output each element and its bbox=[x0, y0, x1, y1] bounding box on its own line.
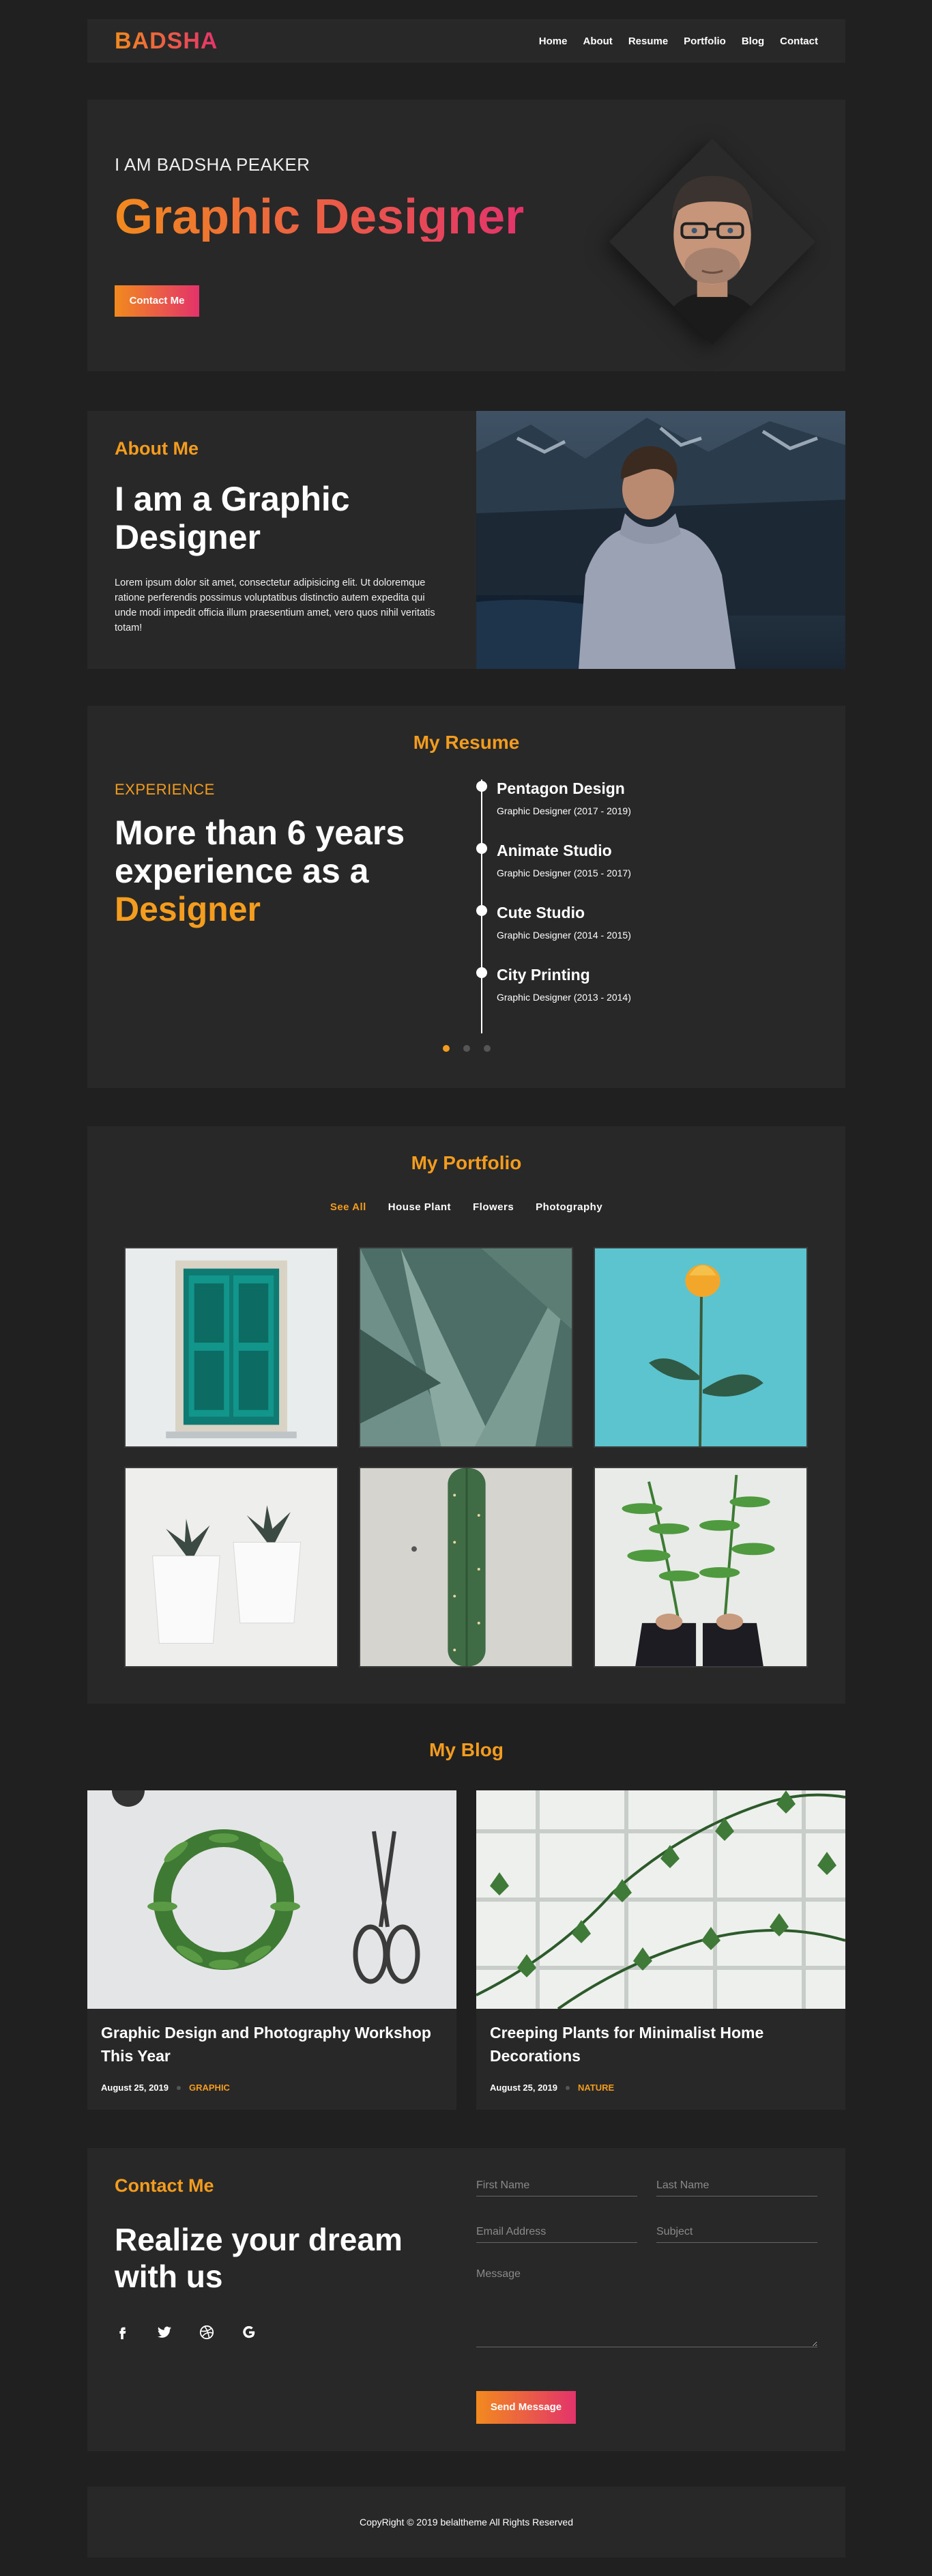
last-name-field[interactable] bbox=[656, 2175, 817, 2196]
timeline-dot bbox=[476, 967, 487, 978]
blog-card[interactable]: Graphic Design and Photography Workshop … bbox=[87, 1790, 456, 2110]
profile-photo bbox=[609, 138, 816, 345]
email-field[interactable] bbox=[476, 2222, 637, 2243]
message-field[interactable] bbox=[476, 2264, 817, 2347]
role-period: Graphic Designer (2014 - 2015) bbox=[497, 930, 631, 941]
nav-resume[interactable]: Resume bbox=[628, 35, 668, 47]
nav-home[interactable]: Home bbox=[539, 35, 568, 47]
facebook-icon[interactable] bbox=[115, 2325, 130, 2340]
portfolio-item-potted-succulents[interactable] bbox=[124, 1467, 338, 1668]
social-links bbox=[115, 2325, 456, 2340]
resume-title: My Resume bbox=[413, 732, 520, 753]
blog-image-ivy[interactable] bbox=[476, 1790, 845, 2009]
main-menu: Home About Resume Portfolio Blog Contact bbox=[523, 35, 818, 47]
company-name: City Printing bbox=[497, 966, 590, 984]
filter-house-plant[interactable]: House Plant bbox=[388, 1201, 451, 1213]
about-title: I am a Graphic Designer bbox=[115, 480, 350, 556]
blog-image-wreath[interactable] bbox=[87, 1790, 456, 2009]
experience-kicker: EXPERIENCE bbox=[115, 781, 215, 798]
company-name: Pentagon Design bbox=[497, 779, 625, 797]
role-period: Graphic Designer (2017 - 2019) bbox=[497, 805, 631, 816]
copyright-text: CopyRight © 2019 belaltheme All Rights R… bbox=[359, 2517, 574, 2528]
send-message-button[interactable]: Send Message bbox=[476, 2391, 576, 2424]
carousel-dot-1[interactable] bbox=[442, 1045, 450, 1052]
portfolio-item-teal-door[interactable] bbox=[124, 1247, 338, 1448]
portfolio-item-agave[interactable] bbox=[359, 1247, 573, 1448]
nav-contact[interactable]: Contact bbox=[780, 35, 818, 47]
blog-category[interactable]: NATURE bbox=[578, 2083, 614, 2093]
separator-dot bbox=[566, 2085, 570, 2090]
google-icon[interactable] bbox=[242, 2325, 257, 2340]
blog-title: My Blog bbox=[429, 1739, 504, 1760]
footer: CopyRight © 2019 belaltheme All Rights R… bbox=[87, 2487, 845, 2558]
about-kicker: About Me bbox=[115, 438, 199, 459]
separator-dot bbox=[177, 2085, 181, 2090]
hero-subtitle: I AM BADSHA PEAKER bbox=[115, 154, 310, 175]
blog-category[interactable]: GRAPHIC bbox=[189, 2083, 230, 2093]
timeline-dot bbox=[476, 905, 487, 916]
subject-field[interactable] bbox=[656, 2222, 817, 2243]
brand-logo[interactable]: BADSHA bbox=[115, 28, 218, 55]
blog-date: August 25, 2019 bbox=[101, 2083, 169, 2093]
portfolio-section: My Portfolio See All House Plant Flowers… bbox=[87, 1126, 845, 1704]
blog-post-title[interactable]: Graphic Design and Photography Workshop … bbox=[101, 2021, 442, 2067]
hero-title: Graphic Designer bbox=[115, 190, 525, 244]
first-name-field[interactable] bbox=[476, 2175, 637, 2196]
about-text: Lorem ipsum dolor sit amet, consectetur … bbox=[115, 577, 435, 633]
blog-card[interactable]: Creeping Plants for Minimalist Home Deco… bbox=[476, 1790, 845, 2110]
carousel-dot-3[interactable] bbox=[483, 1045, 491, 1052]
portfolio-title: My Portfolio bbox=[411, 1152, 522, 1173]
filter-flowers[interactable]: Flowers bbox=[473, 1201, 514, 1213]
dribbble-icon[interactable] bbox=[199, 2325, 214, 2340]
filter-see-all[interactable]: See All bbox=[330, 1201, 366, 1213]
company-name: Animate Studio bbox=[497, 842, 612, 859]
filter-photography[interactable]: Photography bbox=[536, 1201, 602, 1213]
portfolio-item-cactus[interactable] bbox=[359, 1467, 573, 1668]
carousel-dots bbox=[87, 1045, 845, 1052]
contact-kicker: Contact Me bbox=[115, 2175, 214, 2196]
blog-meta: August 25, 2019 NATURE bbox=[490, 2083, 614, 2093]
portfolio-item-yellow-rose[interactable] bbox=[594, 1247, 808, 1448]
experience-headline: More than 6 years experience as a Design… bbox=[115, 814, 405, 928]
blog-header: My Blog bbox=[87, 1739, 845, 1766]
resume-section: My Resume EXPERIENCE More than 6 years e… bbox=[87, 706, 845, 1088]
nav-portfolio[interactable]: Portfolio bbox=[684, 35, 726, 47]
role-period: Graphic Designer (2013 - 2014) bbox=[497, 992, 631, 1003]
carousel-dot-2[interactable] bbox=[463, 1045, 470, 1052]
company-name: Cute Studio bbox=[497, 904, 585, 921]
blog-meta: August 25, 2019 GRAPHIC bbox=[101, 2083, 230, 2093]
timeline-dot bbox=[476, 843, 487, 854]
about-photo bbox=[476, 411, 845, 669]
role-period: Graphic Designer (2015 - 2017) bbox=[497, 868, 631, 878]
hero-section: I AM BADSHA PEAKER Graphic Designer Cont… bbox=[87, 100, 845, 371]
contact-me-button[interactable]: Contact Me bbox=[115, 285, 199, 317]
nav-blog[interactable]: Blog bbox=[742, 35, 764, 47]
contact-section: Contact Me Realize your dream with us Se… bbox=[87, 2148, 845, 2451]
top-navbar: BADSHA Home About Resume Portfolio Blog … bbox=[87, 19, 845, 63]
portfolio-item-fern[interactable] bbox=[594, 1467, 808, 1668]
timeline-dot bbox=[476, 781, 487, 792]
blog-date: August 25, 2019 bbox=[490, 2083, 557, 2093]
portfolio-grid bbox=[124, 1247, 809, 1668]
blog-post-title[interactable]: Creeping Plants for Minimalist Home Deco… bbox=[490, 2021, 831, 2067]
portfolio-filters: See All House Plant Flowers Photography bbox=[87, 1201, 845, 1213]
experience-accent: Designer bbox=[115, 890, 261, 928]
nav-about[interactable]: About bbox=[583, 35, 612, 47]
contact-title: Realize your dream with us bbox=[115, 2222, 403, 2294]
twitter-icon[interactable] bbox=[157, 2325, 172, 2340]
about-section: About Me I am a Graphic Designer Lorem i… bbox=[87, 411, 845, 669]
